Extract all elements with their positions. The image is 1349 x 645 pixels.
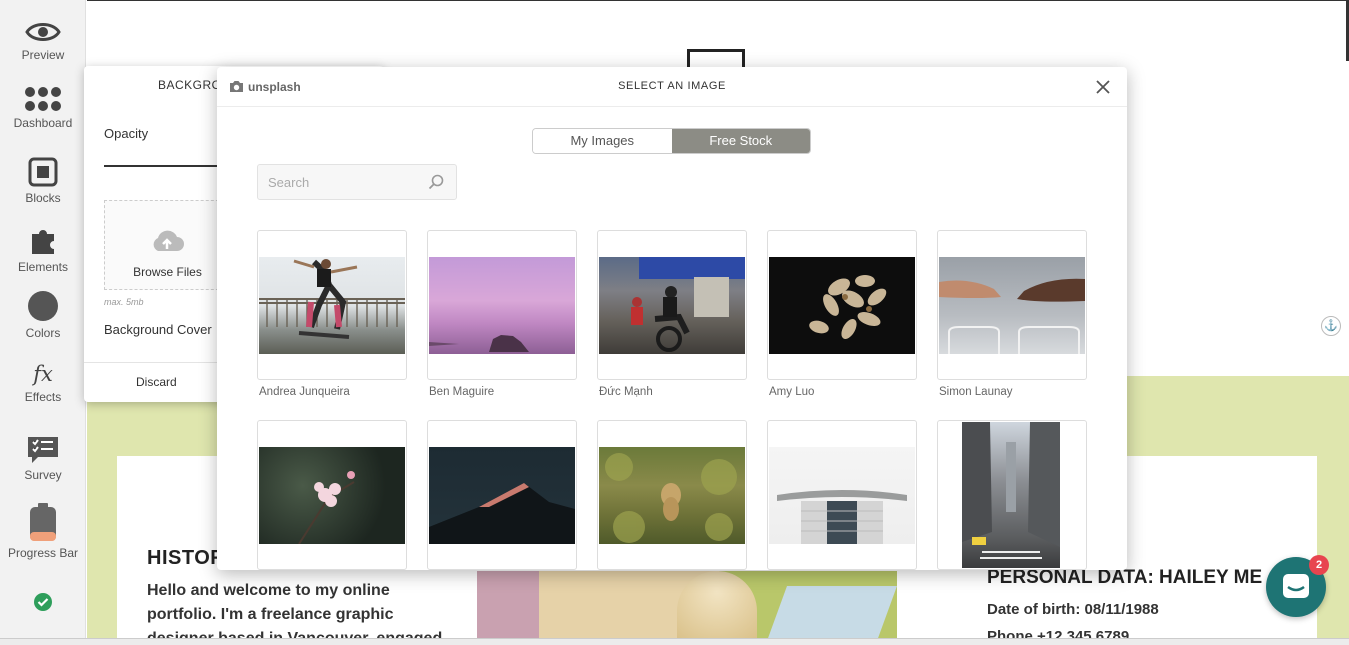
sidebar-item-colors[interactable]: Colors [0, 290, 86, 340]
image-author: Amy Luo [769, 386, 815, 398]
phone: Phone +12 345 6789 [987, 628, 1130, 638]
image-thumb-purple-sea[interactable] [427, 230, 577, 380]
max-size-note: max. 5mb [104, 297, 144, 307]
puzzle-icon [32, 230, 54, 254]
sidebar-status[interactable] [0, 592, 86, 612]
image-thumb-skateboarder[interactable] [257, 230, 407, 380]
search-input[interactable] [258, 165, 418, 199]
fx-icon: fx [33, 362, 53, 386]
image-preview [429, 447, 575, 544]
sidebar-item-label: Survey [24, 468, 62, 482]
cloud-upload-icon [153, 230, 184, 251]
image-author: Andrea Junqueira [259, 386, 350, 398]
image-thumb-city-street[interactable] [937, 420, 1087, 570]
image-preview [599, 447, 745, 544]
sidebar-item-label: Effects [24, 390, 62, 404]
tab-free-stock[interactable]: Free Stock [671, 129, 810, 153]
sidebar-item-survey[interactable]: Survey [0, 434, 86, 482]
portrait-photo [477, 571, 897, 638]
upload-dropzone[interactable]: Browse Files [104, 200, 224, 290]
image-preview [259, 257, 405, 354]
image-preview [259, 447, 405, 545]
select-image-modal: unsplash SELECT AN IMAGE My Images Free … [217, 67, 1127, 570]
opacity-slider[interactable] [104, 165, 224, 167]
chat-widget-button[interactable]: 2 [1266, 555, 1329, 617]
close-icon[interactable] [1095, 79, 1111, 95]
sidebar-item-progress-bar[interactable]: Progress Bar [0, 502, 86, 560]
sidebar-item-blocks[interactable]: Blocks [0, 157, 86, 205]
eye-icon [25, 23, 61, 41]
opacity-label: Opacity [104, 126, 149, 141]
image-thumb-mountain[interactable] [427, 420, 577, 570]
image-author: Ben Maguire [429, 386, 495, 398]
image-author: Simon Launay [939, 386, 1013, 398]
image-author: Đức Mạnh [599, 386, 653, 398]
notification-badge: 2 [1309, 555, 1329, 575]
image-preview [939, 257, 1085, 354]
image-preview [599, 257, 745, 354]
sidebar-item-elements[interactable]: Elements [0, 226, 86, 274]
sidebar-item-label: Preview [21, 48, 65, 62]
survey-list-icon [28, 437, 58, 463]
history-text: Hello and welcome to my online portfolio… [147, 582, 442, 638]
image-preview [429, 257, 575, 354]
sidebar-item-label: Blocks [25, 191, 61, 205]
color-circle-icon [28, 291, 58, 321]
check-circle-icon [34, 593, 52, 611]
background-cover-label: Background Cover [104, 322, 212, 337]
bottom-status-bar [0, 638, 1349, 645]
image-thumb-street[interactable] [597, 230, 747, 380]
anchor-icon[interactable]: ⚓ [1321, 316, 1341, 336]
sidebar-item-label: Dashboard [13, 116, 73, 130]
sidebar-item-dashboard[interactable]: Dashboard [0, 86, 86, 130]
block-square-icon [28, 157, 58, 187]
sidebar-item-label: Progress Bar [7, 546, 79, 560]
personal-data-heading: PERSONAL DATA: HAILEY ME [987, 567, 1263, 588]
image-source-tabs: My Images Free Stock [532, 128, 811, 154]
image-thumb-cheetah[interactable] [597, 420, 747, 570]
image-thumb-building[interactable] [767, 420, 917, 570]
image-thumb-cherry-blossom[interactable] [257, 420, 407, 570]
modal-title: SELECT AN IMAGE [618, 80, 726, 92]
left-toolbar: Preview Dashboard Blocks Elements Colors… [0, 0, 86, 645]
search-box [257, 164, 457, 200]
browse-files-label: Browse Files [133, 265, 202, 279]
modal-header: unsplash SELECT AN IMAGE [217, 67, 1127, 107]
sidebar-item-label: Elements [17, 260, 69, 274]
search-icon[interactable] [428, 174, 444, 190]
history-heading: HISTOR [147, 547, 226, 569]
image-preview [962, 422, 1060, 568]
sidebar-item-preview[interactable]: Preview [0, 20, 86, 62]
battery-icon [30, 503, 56, 541]
image-preview [769, 257, 915, 354]
discard-button[interactable]: Discard [136, 375, 177, 389]
sidebar-item-effects[interactable]: fx Effects [0, 362, 86, 404]
tab-my-images[interactable]: My Images [533, 129, 672, 153]
date-of-birth: Date of birth: 08/11/1988 [987, 601, 1159, 618]
grid-dots-icon [25, 87, 61, 111]
sidebar-item-label: Colors [25, 326, 61, 340]
image-preview [769, 447, 915, 544]
image-thumb-hands[interactable] [937, 230, 1087, 380]
image-thumb-dried-flowers[interactable] [767, 230, 917, 380]
